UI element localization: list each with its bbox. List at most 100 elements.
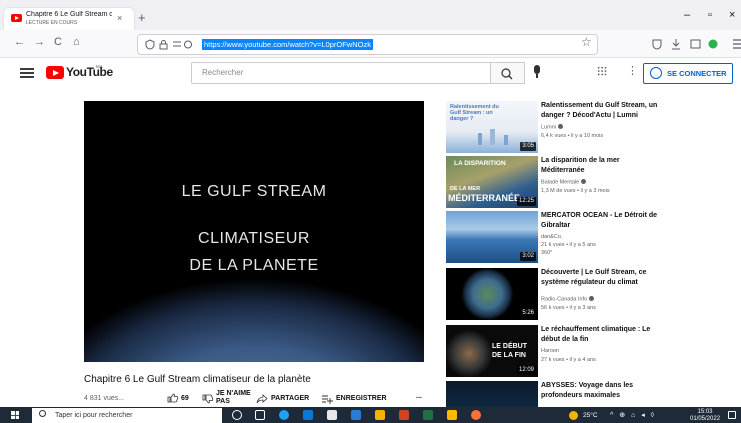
- lock-icon[interactable]: [159, 43, 168, 50]
- taskbar-search-icon: [39, 410, 46, 417]
- video-thumbnail[interactable]: 3:02: [446, 211, 538, 263]
- video-player[interactable]: LE GULF STREAM CLIMATISEUR DE LA PLANETE: [84, 101, 424, 362]
- more-actions-button[interactable]: ...: [416, 393, 422, 400]
- related-video-item[interactable]: Ralentissement du Gulf Stream : un dange…: [446, 101, 661, 155]
- excel-icon[interactable]: [423, 410, 433, 420]
- mail-icon[interactable]: [327, 410, 337, 420]
- window-maximize-button[interactable]: ▫: [708, 9, 712, 21]
- windows-start-icon[interactable]: [11, 411, 19, 419]
- url-text[interactable]: https://www.youtube.com/watch?v=L0prOFwN…: [202, 39, 373, 50]
- video-meta: 6,4 k vues • il y a 10 mois: [541, 133, 604, 139]
- powerpoint-icon[interactable]: [399, 410, 409, 420]
- window-close-button[interactable]: ×: [729, 9, 735, 21]
- tab-close-icon[interactable]: ×: [117, 13, 122, 23]
- youtube-logo-text[interactable]: YouTube: [66, 65, 113, 79]
- site-info-icons[interactable]: [145, 39, 195, 50]
- youtube-logo-icon[interactable]: [46, 66, 64, 79]
- badge-360: 360°: [541, 250, 553, 256]
- bookmark-star-icon[interactable]: ☆: [581, 35, 592, 49]
- video-duration: 12:25: [516, 197, 536, 206]
- related-video-title[interactable]: La disparition de la mer Méditerranée: [541, 156, 659, 176]
- save-playlist-icon[interactable]: [321, 394, 333, 404]
- more-options-icon[interactable]: ⋮: [627, 64, 638, 77]
- video-thumbnail[interactable]: 5:26: [446, 268, 538, 320]
- window-minimize-button[interactable]: –: [684, 9, 690, 21]
- dislike-button-label-1[interactable]: JE N'AIME: [216, 390, 251, 397]
- forward-icon[interactable]: →: [34, 36, 45, 48]
- verified-check-icon: [581, 179, 587, 184]
- channel-name-text: Balade Mentale: [541, 179, 580, 186]
- weather-temperature[interactable]: 25°C: [583, 412, 598, 419]
- guide-menu-icon[interactable]: [20, 68, 34, 78]
- weather-icon[interactable]: [569, 411, 578, 420]
- youtube-favicon-icon: [11, 14, 22, 22]
- channel-name[interactable]: Haroon: [541, 348, 559, 354]
- youtube-country-code: MA: [96, 64, 103, 69]
- firefox-icon[interactable]: [471, 410, 481, 420]
- task-view-icon[interactable]: [255, 410, 265, 420]
- save-button[interactable]: ENREGISTRER: [336, 395, 387, 402]
- autoplay-icon[interactable]: [184, 40, 192, 49]
- related-video-item[interactable]: LE DÉBUT DE LA FIN 12:09 Le réchauffemen…: [446, 325, 661, 379]
- video-duration: 3:02: [520, 252, 536, 261]
- browser-tab-active[interactable]: Chapitre 6 Le Gulf Stream clima LECTURE …: [4, 8, 134, 30]
- channel-name[interactable]: Lumni: [541, 124, 563, 131]
- downloads-icon[interactable]: [672, 39, 680, 50]
- like-icon[interactable]: [167, 393, 179, 403]
- taskbar-clock[interactable]: 15:03 01/05/2022: [690, 409, 720, 423]
- channel-name[interactable]: Radio-Canada Info: [541, 296, 595, 303]
- related-video-title[interactable]: Ralentissement du Gulf Stream, un danger…: [541, 101, 659, 121]
- share-icon[interactable]: [256, 394, 268, 404]
- channel-name-text: Radio-Canada Info: [541, 296, 588, 303]
- account-icon: [650, 67, 662, 79]
- library-icon[interactable]: [690, 39, 701, 49]
- video-thumbnail[interactable]: [446, 381, 538, 407]
- extension-icon[interactable]: [708, 39, 718, 49]
- word-icon[interactable]: [351, 410, 361, 420]
- store-icon[interactable]: [303, 410, 313, 420]
- thumbnail-caption: LA DISPARITION: [454, 160, 506, 167]
- sticky-notes-icon[interactable]: [447, 410, 457, 420]
- related-video-title[interactable]: Découverte | Le Gulf Stream, ce système …: [541, 268, 659, 288]
- home-icon[interactable]: ⌂: [73, 36, 80, 48]
- channel-name[interactable]: dan&Co.: [541, 234, 562, 240]
- dislike-icon[interactable]: [202, 394, 214, 404]
- search-button[interactable]: [491, 62, 525, 84]
- reload-icon[interactable]: C: [54, 36, 62, 48]
- edge-icon[interactable]: [279, 410, 289, 420]
- cortana-icon[interactable]: [232, 410, 242, 420]
- browser-toolbar-icons: [652, 39, 741, 50]
- like-count[interactable]: 69: [181, 395, 189, 402]
- taskbar-search-text: Taper ici pour rechercher: [55, 412, 133, 419]
- microphone-icon[interactable]: [534, 65, 540, 78]
- video-thumbnail[interactable]: Ralentissement du Gulf Stream : un dange…: [446, 101, 538, 153]
- related-video-item[interactable]: 3:02 MERCATOR OCEAN - Le Détroit de Gibr…: [446, 211, 661, 265]
- related-video-title[interactable]: ABYSSES: Voyage dans les profondeurs max…: [541, 381, 659, 401]
- permissions-icon[interactable]: [173, 41, 181, 47]
- thumbnail-illustration: [478, 129, 508, 145]
- related-video-item[interactable]: LA DISPARITION DE LA MER MÉDITERRANÉE 12…: [446, 156, 661, 210]
- related-video-item[interactable]: ABYSSES: Voyage dans les profondeurs max…: [446, 381, 661, 407]
- system-tray-icons[interactable]: ^ ⊕ ⌂ ◂ ◊: [610, 411, 656, 419]
- search-icon: [501, 68, 513, 80]
- notification-center-icon[interactable]: [728, 411, 736, 419]
- pocket-icon[interactable]: [652, 39, 662, 50]
- video-thumbnail[interactable]: LE DÉBUT DE LA FIN 12:09: [446, 325, 538, 377]
- video-thumbnail[interactable]: LA DISPARITION DE LA MER MÉDITERRANÉE 12…: [446, 156, 538, 208]
- clock-date: 01/05/2022: [690, 416, 721, 422]
- related-video-item[interactable]: 5:26 Découverte | Le Gulf Stream, ce sys…: [446, 268, 661, 322]
- shield-icon[interactable]: [145, 39, 155, 50]
- related-video-title[interactable]: Le réchauffement climatique : Le début d…: [541, 325, 659, 345]
- thumbnail-caption: DE LA MER: [450, 186, 481, 192]
- new-tab-button[interactable]: +: [138, 10, 146, 25]
- share-button[interactable]: PARTAGER: [271, 395, 309, 402]
- hamburger-menu-icon[interactable]: [733, 39, 741, 49]
- apps-grid-icon[interactable]: [597, 66, 607, 76]
- file-explorer-icon[interactable]: [375, 410, 385, 420]
- search-placeholder: Rechercher: [202, 68, 244, 77]
- related-video-title[interactable]: MERCATOR OCEAN - Le Détroit de Gibraltar: [541, 211, 659, 231]
- channel-name[interactable]: Balade Mentale: [541, 179, 587, 186]
- view-count[interactable]: 4 831 vues...: [84, 395, 124, 402]
- dislike-button-label-2[interactable]: PAS: [216, 398, 230, 405]
- back-icon[interactable]: ←: [14, 36, 25, 48]
